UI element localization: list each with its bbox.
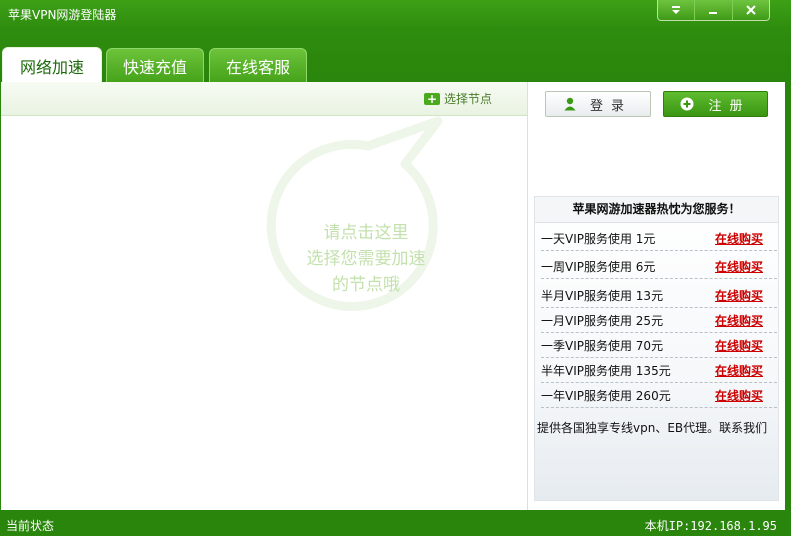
- register-label: 注册: [708, 98, 751, 114]
- buy-link[interactable]: 在线购买: [715, 337, 763, 354]
- tab-online-support[interactable]: 在线客服: [209, 48, 307, 82]
- list-item: 一季VIP服务使用 70元 在线购买: [541, 333, 777, 358]
- buy-link[interactable]: 在线购买: [715, 387, 763, 404]
- window-title: 苹果VPN网游登陆器: [8, 8, 117, 22]
- node-toolbar: + 选择节点: [1, 82, 527, 116]
- tab-network-accelerate[interactable]: 网络加速: [2, 47, 102, 83]
- buy-link[interactable]: 在线购买: [715, 258, 763, 275]
- close-icon[interactable]: [733, 0, 769, 20]
- login-button[interactable]: 登录: [545, 91, 651, 117]
- plan-text: 一周VIP服务使用 6元: [541, 259, 656, 274]
- register-button[interactable]: 注册: [663, 91, 768, 117]
- window-controls: [657, 0, 770, 21]
- plan-text: 一月VIP服务使用 25元: [541, 313, 664, 328]
- hint-line: 的节点哦: [332, 275, 400, 295]
- service-panel: 苹果网游加速器热忱为您服务！ 一天VIP服务使用 1元 在线购买 一周VIP服务…: [534, 196, 779, 501]
- status-label: 当前状态: [6, 519, 55, 533]
- list-item: 一周VIP服务使用 6元 在线购买: [541, 254, 777, 279]
- node-pane: + 选择节点 请点击这里 选择您需要加速 的节点哦: [1, 82, 528, 510]
- select-node-button[interactable]: + 选择节点: [424, 90, 492, 107]
- plan-text: 一年VIP服务使用 260元: [541, 388, 671, 403]
- main-content: + 选择节点 请点击这里 选择您需要加速 的节点哦 登录 注册 苹果网游加速器热…: [1, 82, 785, 510]
- list-item: 一年VIP服务使用 260元 在线购买: [541, 383, 777, 408]
- plan-text: 半年VIP服务使用 135元: [541, 363, 671, 378]
- buy-link[interactable]: 在线购买: [715, 362, 763, 379]
- buy-link[interactable]: 在线购买: [715, 312, 763, 329]
- add-icon: +: [424, 92, 440, 105]
- app-window: 苹果VPN网游登陆器 网络加速 快速充值 在线客服 + 选择节点 请点击这里 选…: [0, 0, 791, 536]
- login-label: 登录: [589, 98, 632, 114]
- hint-line: 请点击这里: [323, 223, 409, 243]
- local-ip: 本机IP:192.168.1.95: [644, 519, 777, 533]
- node-hint: 请点击这里 选择您需要加速 的节点哦: [291, 220, 441, 298]
- list-item: 一月VIP服务使用 25元 在线购买: [541, 308, 777, 333]
- node-list-area[interactable]: 请点击这里 选择您需要加速 的节点哦: [1, 116, 527, 510]
- list-item: 一天VIP服务使用 1元 在线购买: [541, 226, 777, 251]
- minimize-icon[interactable]: [695, 0, 733, 20]
- contact-link[interactable]: 提供各国独享专线vpn、EB代理。联系我们: [537, 419, 767, 436]
- plan-text: 一季VIP服务使用 70元: [541, 338, 664, 353]
- menu-down-icon[interactable]: [658, 0, 696, 20]
- list-item: 半月VIP服务使用 13元 在线购买: [541, 283, 777, 308]
- plan-text: 一天VIP服务使用 1元: [541, 231, 656, 246]
- tab-quick-recharge[interactable]: 快速充值: [106, 48, 204, 82]
- service-panel-title: 苹果网游加速器热忱为您服务！: [535, 197, 778, 223]
- list-item: 半年VIP服务使用 135元 在线购买: [541, 358, 777, 383]
- user-icon: [564, 97, 576, 111]
- hint-line: 选择您需要加速: [306, 249, 426, 269]
- plus-circle-icon: [680, 97, 694, 111]
- speech-bubble-icon: [266, 116, 443, 311]
- buy-link[interactable]: 在线购买: [715, 287, 763, 304]
- select-node-label: 选择节点: [444, 92, 493, 106]
- plan-text: 半月VIP服务使用 13元: [541, 288, 664, 303]
- buy-link[interactable]: 在线购买: [715, 230, 763, 247]
